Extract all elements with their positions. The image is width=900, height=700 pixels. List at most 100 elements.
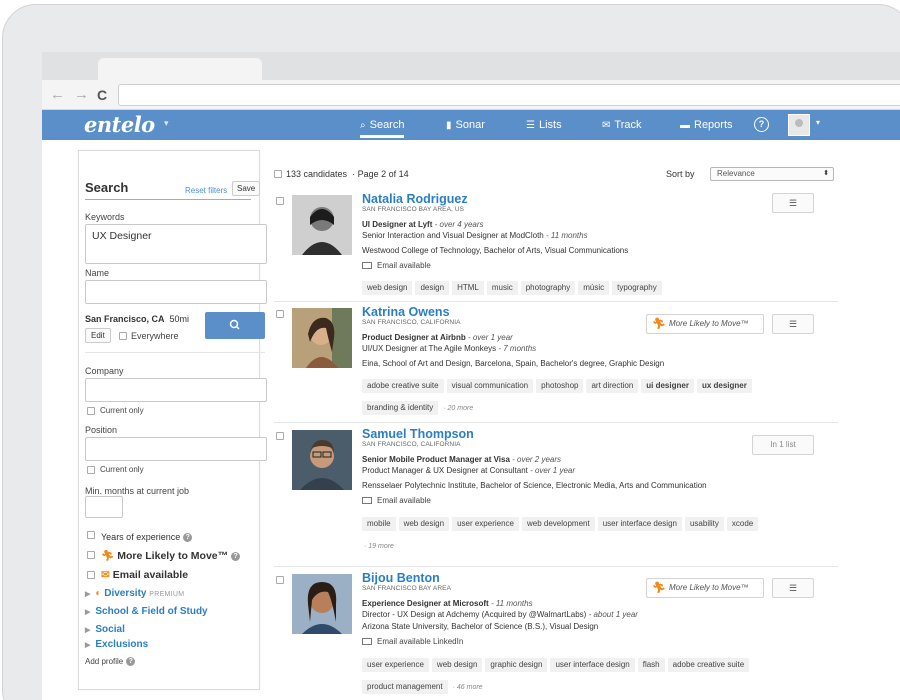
- skill-tag[interactable]: músic: [578, 281, 610, 295]
- user-menu-dropdown-icon[interactable]: ▾: [816, 118, 820, 127]
- exclusions-section[interactable]: ▶ Exclusions: [85, 639, 148, 650]
- entelo-logo[interactable]: entelo: [84, 112, 155, 137]
- nav-lists[interactable]: ☰ Lists: [526, 110, 562, 140]
- sort-select[interactable]: Relevance ⬍: [710, 167, 834, 181]
- nav-track[interactable]: ✉ Track: [602, 110, 641, 140]
- skill-tag[interactable]: adobe creative suite: [667, 658, 750, 672]
- skill-tag[interactable]: web design: [362, 281, 413, 295]
- more-skills-link[interactable]: · 19 more: [364, 543, 394, 550]
- skill-tag[interactable]: art direction: [586, 379, 639, 393]
- skill-tag[interactable]: mobile: [362, 517, 396, 531]
- skill-tag[interactable]: adobe creative suite: [362, 379, 444, 393]
- previous-duration: - 11 months: [543, 231, 588, 240]
- years-experience-checkbox[interactable]: [87, 531, 95, 539]
- company-input[interactable]: [85, 378, 267, 402]
- diversity-section[interactable]: ▶ ◐ Diversity PREMIUM: [85, 588, 184, 599]
- skill-tag[interactable]: web development: [521, 517, 595, 531]
- search-button[interactable]: [205, 312, 265, 339]
- skill-tag[interactable]: flash: [637, 658, 665, 672]
- candidate-name[interactable]: Katrina Owens: [362, 305, 450, 319]
- skill-tag[interactable]: web design: [431, 658, 483, 672]
- skill-tag[interactable]: ux designer: [696, 379, 752, 393]
- skill-tag[interactable]: photoshop: [536, 379, 584, 393]
- nav-search-label: Search: [369, 119, 405, 131]
- skill-tag[interactable]: user interface design: [597, 517, 682, 531]
- add-to-list-button[interactable]: ☰: [772, 578, 814, 598]
- candidate-name[interactable]: Bijou Benton: [362, 571, 440, 585]
- candidate-current-role: Experience Designer at Microsoft - 11 mo…: [362, 599, 533, 608]
- candidate-email[interactable]: Email available: [362, 496, 431, 505]
- candidate-checkbox[interactable]: [276, 432, 284, 440]
- keywords-input[interactable]: UX Designer: [85, 224, 267, 264]
- candidate-photo[interactable]: [292, 308, 352, 368]
- reset-filters-link[interactable]: Reset filters: [185, 186, 227, 195]
- candidate-name[interactable]: Natalia Rodriguez: [362, 192, 468, 206]
- skill-tag[interactable]: graphic design: [485, 658, 548, 672]
- school-section[interactable]: ▶ School & Field of Study: [85, 606, 208, 617]
- skill-tag[interactable]: typography: [612, 281, 662, 295]
- position-input[interactable]: [85, 437, 267, 461]
- browser-tab[interactable]: [98, 58, 262, 80]
- add-to-list-button[interactable]: ☰: [772, 314, 814, 334]
- add-to-list-button[interactable]: ☰: [772, 193, 814, 213]
- candidate-photo[interactable]: [292, 195, 352, 255]
- nav-sonar[interactable]: ▮ Sonar: [446, 110, 485, 140]
- back-icon[interactable]: ←: [50, 86, 65, 104]
- name-input[interactable]: [85, 280, 267, 304]
- social-section[interactable]: ▶ Social: [85, 624, 125, 635]
- skill-tag[interactable]: branding & identity: [362, 401, 439, 415]
- company-current-only-checkbox[interactable]: [87, 407, 95, 415]
- candidate-photo[interactable]: [292, 430, 352, 490]
- in-list-button[interactable]: In 1 list: [752, 435, 814, 455]
- skill-tag[interactable]: photography: [520, 281, 576, 295]
- email-available-checkbox[interactable]: [87, 571, 95, 579]
- skill-tag[interactable]: user experience: [362, 658, 429, 672]
- nav-reports[interactable]: ▬ Reports: [680, 110, 733, 140]
- everywhere-checkbox[interactable]: [119, 332, 127, 340]
- candidate-checkbox[interactable]: [276, 310, 284, 318]
- reload-icon[interactable]: C: [97, 86, 107, 104]
- skill-tag[interactable]: user interface design: [550, 658, 635, 672]
- candidate-checkbox[interactable]: [276, 197, 284, 205]
- candidate-card: Natalia Rodriguez SAN FRANCISCO BAY AREA…: [274, 190, 838, 302]
- candidate-email[interactable]: Email available: [362, 261, 431, 270]
- address-bar[interactable]: [118, 84, 900, 106]
- save-search-button[interactable]: Save: [232, 181, 261, 196]
- skill-tag[interactable]: music: [486, 281, 518, 295]
- skill-tag[interactable]: HTML: [452, 281, 484, 295]
- candidate-email[interactable]: Email available LinkedIn: [362, 637, 463, 646]
- skill-tag[interactable]: xcode: [726, 517, 759, 531]
- help-icon[interactable]: ?: [231, 551, 241, 561]
- logo-dropdown-icon[interactable]: ▾: [164, 118, 169, 129]
- list-icon: ☰: [526, 120, 535, 131]
- skill-tag[interactable]: product management: [362, 680, 448, 694]
- add-profile-option[interactable]: Add profile?: [85, 657, 136, 667]
- skill-tag[interactable]: visual communication: [446, 379, 534, 393]
- user-avatar[interactable]: [788, 114, 810, 136]
- min-months-input[interactable]: [85, 496, 123, 518]
- add-profile-label: Add profile: [85, 657, 124, 666]
- position-current-only-label: Current only: [100, 465, 144, 474]
- position-current-only-checkbox[interactable]: [87, 466, 95, 474]
- help-icon[interactable]: ?: [183, 533, 193, 543]
- current-duration: - over 1 year: [465, 333, 513, 342]
- more-likely-checkbox[interactable]: [87, 551, 95, 559]
- location-city: San Francisco, CA: [85, 314, 165, 324]
- nav-search[interactable]: ⌕ Search: [360, 110, 405, 138]
- skill-tag[interactable]: web design: [398, 517, 450, 531]
- candidate-name[interactable]: Samuel Thompson: [362, 427, 474, 441]
- skill-tag[interactable]: usability: [684, 517, 724, 531]
- candidate-photo[interactable]: [292, 574, 352, 634]
- edit-location-button[interactable]: Edit: [85, 328, 111, 343]
- skill-tag[interactable]: design: [415, 281, 450, 295]
- skill-tag[interactable]: user experience: [452, 517, 519, 531]
- more-skills-link[interactable]: · 20 more: [443, 405, 473, 412]
- forward-icon[interactable]: →: [74, 86, 89, 104]
- candidate-checkbox[interactable]: [276, 576, 284, 584]
- help-icon[interactable]: ?: [126, 657, 136, 667]
- help-icon[interactable]: ?: [754, 117, 769, 132]
- company-label: Company: [85, 366, 124, 376]
- more-skills-link[interactable]: · 46 more: [453, 684, 483, 691]
- skill-tag[interactable]: ui designer: [641, 379, 694, 393]
- select-all-checkbox[interactable]: [274, 170, 282, 178]
